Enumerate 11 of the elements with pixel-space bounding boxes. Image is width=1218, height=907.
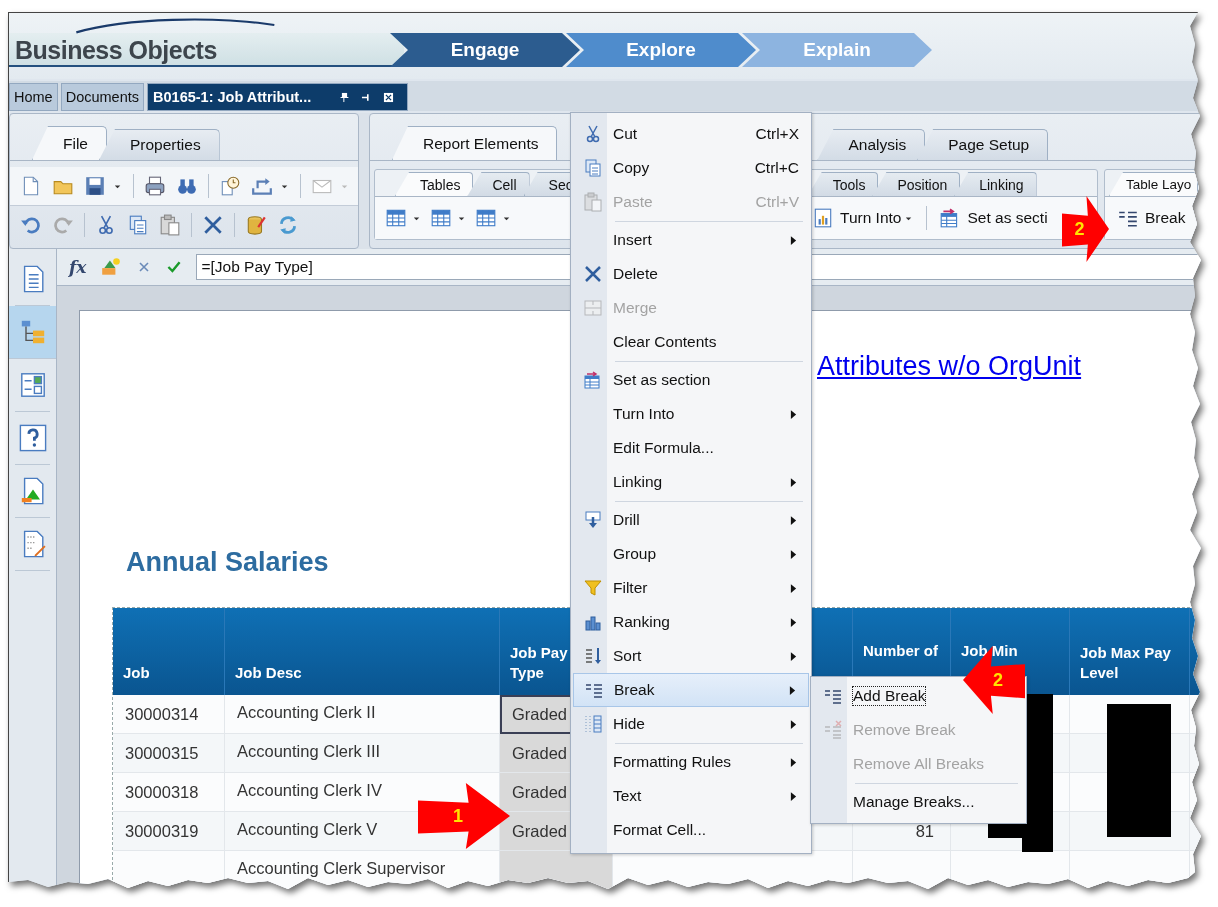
table-cell: Accounting Clerk II [225,695,500,734]
table-cell: Accounting Clerk III [225,734,500,773]
step-number: 2 [1074,218,1085,240]
table-cell: 30000318 [113,773,225,812]
table-cell: 30000314 [113,695,225,734]
table-cell: Accounting Clerk Supervisor [225,851,500,890]
logo-text: Business Objects [15,35,217,65]
table-cell: 30000319 [113,812,225,851]
section-title: Annual Salaries [126,546,329,579]
step-number: 2 [993,669,1003,691]
table-cell: 30000315 [113,734,225,773]
